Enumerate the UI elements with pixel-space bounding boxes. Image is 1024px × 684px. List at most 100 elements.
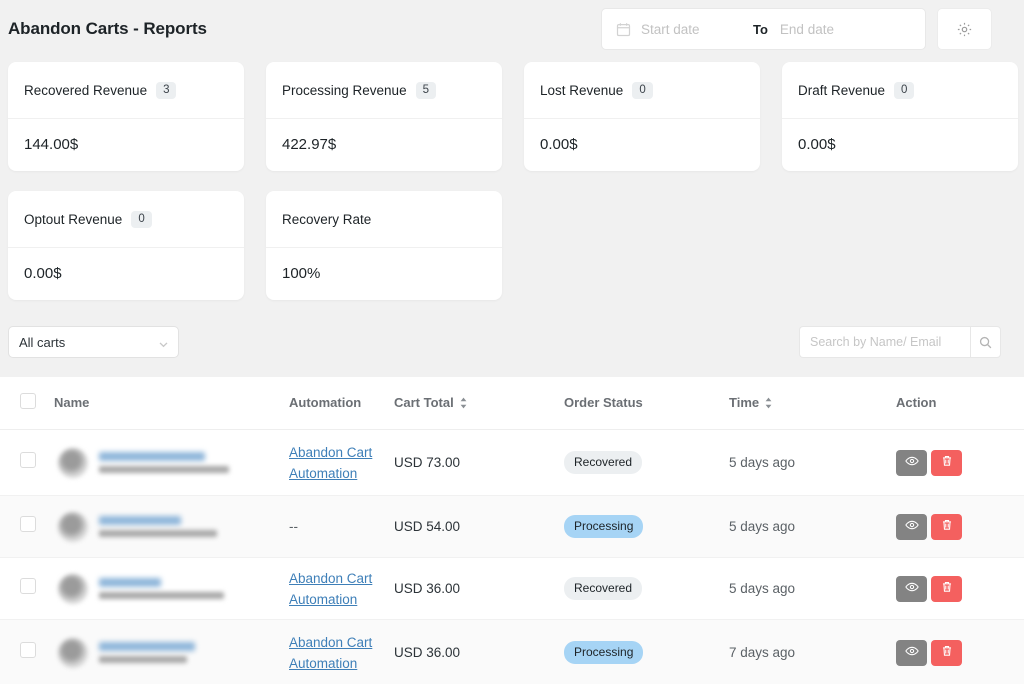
stat-label: Processing Revenue (282, 83, 407, 98)
row-name-cell (54, 495, 289, 558)
view-button[interactable] (896, 639, 927, 666)
end-date-input[interactable] (779, 21, 880, 37)
gear-icon (956, 21, 973, 38)
eye-icon (904, 518, 919, 535)
sort-icon[interactable] (764, 397, 773, 409)
time-value: 5 days ago (729, 580, 796, 596)
settings-button[interactable] (937, 8, 992, 50)
row-automation-cell: -- (289, 495, 394, 558)
row-action-cell (896, 557, 1024, 620)
reports-page: Abandon Carts - Reports To (0, 0, 1024, 684)
cart-total-value: USD 73.00 (394, 454, 461, 470)
stat-header: Draft Revenue 0 (782, 62, 1018, 119)
row-checkbox[interactable] (20, 516, 36, 532)
delete-button[interactable] (931, 513, 962, 540)
customer-name (99, 642, 195, 651)
row-automation-cell: Abandon Cart Automation (289, 557, 394, 620)
row-status-cell: Processing (564, 495, 729, 558)
stat-label: Recovery Rate (282, 212, 372, 227)
stat-value: 144.00$ (24, 136, 79, 153)
header-cart-total[interactable]: Cart Total (394, 377, 564, 430)
row-select-cell (0, 557, 54, 620)
table-row[interactable]: Abandon Cart Automation USD 36.00 Recove… (0, 557, 1024, 620)
page-title: Abandon Carts - Reports (8, 19, 207, 38)
header-automation: Automation (289, 377, 394, 430)
date-range-picker[interactable]: To (601, 8, 926, 50)
table-row[interactable]: Abandon Cart Automation USD 36.00 Proces… (0, 619, 1024, 684)
eye-icon (904, 580, 919, 597)
header-action: Action (896, 377, 1024, 430)
automation-link[interactable]: Abandon Cart Automation (289, 442, 394, 484)
delete-button[interactable] (931, 449, 962, 476)
stat-card-recovered-revenue: Recovered Revenue 3 144.00$ (8, 62, 244, 171)
table-head: Name Automation Cart Total Order Status … (0, 377, 1024, 430)
row-name-cell (54, 557, 289, 620)
stat-value: 100% (282, 265, 321, 282)
stat-header: Optout Revenue 0 (8, 191, 244, 248)
view-button[interactable] (896, 449, 927, 476)
row-checkbox[interactable] (20, 452, 36, 468)
status-badge: Processing (564, 515, 644, 538)
view-button[interactable] (896, 513, 927, 540)
table-row[interactable]: -- USD 54.00 Processing 5 days ago (0, 495, 1024, 558)
trash-icon (940, 644, 954, 661)
avatar (58, 511, 88, 542)
carts-table-container: Name Automation Cart Total Order Status … (0, 377, 1024, 684)
cart-filter: All carts (8, 326, 179, 358)
delete-button[interactable] (931, 639, 962, 666)
page-header: Abandon Carts - Reports To (0, 0, 1024, 58)
stat-label: Recovered Revenue (24, 83, 148, 98)
select-all-checkbox[interactable] (20, 393, 36, 409)
header-controls: To (601, 8, 992, 50)
time-value: 5 days ago (729, 518, 796, 534)
avatar (58, 573, 88, 604)
row-time-cell: 5 days ago (729, 557, 896, 620)
trash-icon (940, 580, 954, 597)
stat-card-optout-revenue: Optout Revenue 0 0.00$ (8, 191, 244, 300)
carts-table: Name Automation Cart Total Order Status … (0, 377, 1024, 684)
start-date-input[interactable] (641, 21, 741, 37)
cart-filter-select[interactable]: All carts (8, 326, 179, 358)
avatar (58, 447, 88, 478)
delete-button[interactable] (931, 575, 962, 602)
eye-icon (904, 644, 919, 661)
stat-value: 422.97$ (282, 136, 337, 153)
view-button[interactable] (896, 575, 927, 602)
row-action-cell (896, 429, 1024, 496)
search-button[interactable] (970, 326, 1001, 358)
row-select-cell (0, 619, 54, 684)
header-time[interactable]: Time (729, 377, 896, 430)
stat-header: Lost Revenue 0 (524, 62, 760, 119)
row-name-cell (54, 619, 289, 684)
avatar (58, 637, 88, 668)
row-time-cell: 7 days ago (729, 619, 896, 684)
automation-value: -- (289, 518, 298, 534)
customer-name (99, 578, 161, 587)
row-checkbox[interactable] (20, 578, 36, 594)
automation-link[interactable]: Abandon Cart Automation (289, 568, 394, 610)
customer-name (99, 516, 181, 525)
stat-count-badge: 0 (632, 81, 653, 100)
header-action-label: Action (896, 395, 937, 410)
table-header-row: Name Automation Cart Total Order Status … (0, 377, 1024, 430)
stats-row-1: Recovered Revenue 3 144.00$ Processing R… (0, 58, 1024, 171)
header-order-status-label: Order Status (564, 395, 643, 410)
automation-link[interactable]: Abandon Cart Automation (289, 632, 394, 674)
customer-email (99, 530, 217, 537)
stat-card-processing-revenue: Processing Revenue 5 422.97$ (266, 62, 502, 171)
sort-icon[interactable] (459, 397, 468, 409)
table-row[interactable]: Abandon Cart Automation USD 73.00 Recove… (0, 429, 1024, 496)
stat-header: Processing Revenue 5 (266, 62, 502, 119)
row-cart-total-cell: USD 36.00 (394, 557, 564, 620)
eye-icon (904, 454, 919, 471)
time-value: 5 days ago (729, 454, 796, 470)
stat-card-draft-revenue: Draft Revenue 0 0.00$ (782, 62, 1018, 171)
stat-card-lost-revenue: Lost Revenue 0 0.00$ (524, 62, 760, 171)
cart-total-value: USD 36.00 (394, 580, 461, 596)
header-select-all (0, 377, 54, 430)
row-checkbox[interactable] (20, 642, 36, 658)
search-input[interactable] (799, 326, 970, 358)
stat-card-recovery-rate: Recovery Rate 100% (266, 191, 502, 300)
trash-icon (940, 454, 954, 471)
header-name: Name (54, 377, 289, 430)
